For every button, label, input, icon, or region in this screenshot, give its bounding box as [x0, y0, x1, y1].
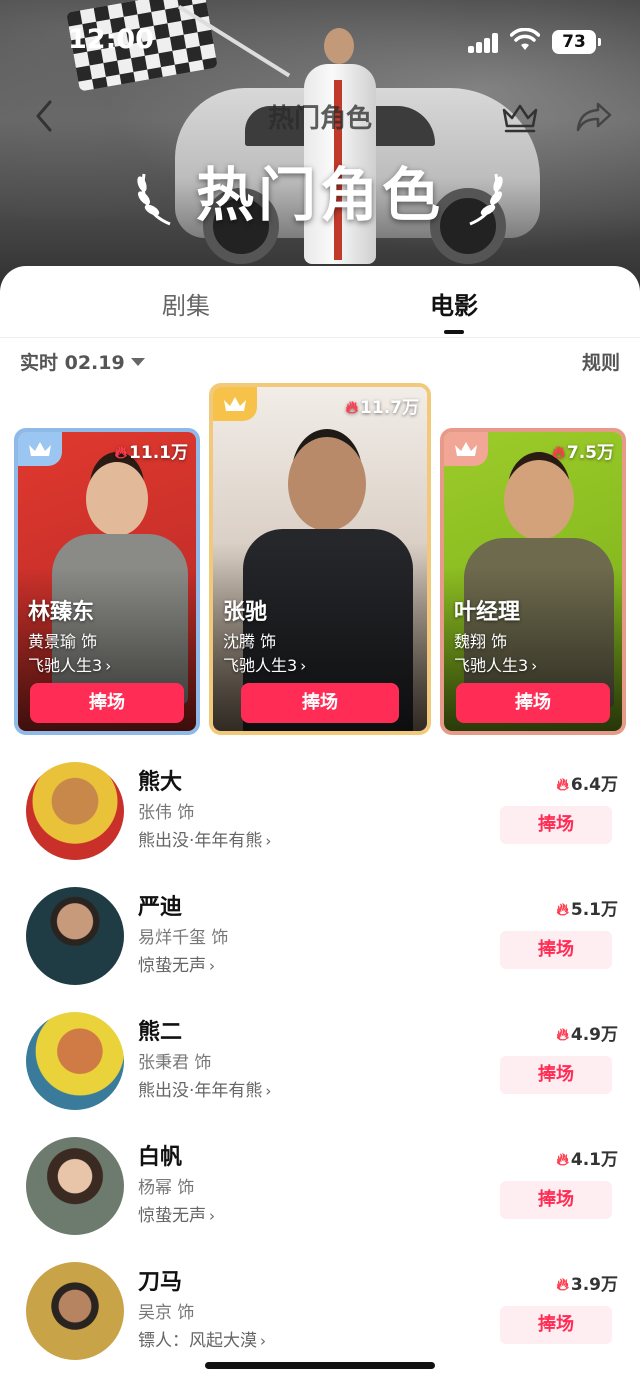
laurel-left-icon [137, 173, 171, 226]
filter-row: 实时 02.19 规则 [0, 348, 640, 378]
status-bar: 12:00 73 [0, 0, 640, 88]
work-link[interactable]: 惊蛰无声 › [138, 951, 215, 976]
heat-count: 🔥︎ 7.5万 [552, 443, 614, 463]
heat-count: 🔥︎ 4.9万 [556, 1025, 618, 1045]
work-link[interactable]: 熊出没·年年有熊 › [138, 826, 271, 851]
list-item[interactable]: 熊二 张秉君 饰 熊出没·年年有熊 › 🔥︎ 4.9万 捧场 [0, 1010, 640, 1135]
actor-name: 张伟 饰 [138, 803, 195, 823]
support-button[interactable]: 捧场 [500, 1181, 612, 1219]
work-link[interactable]: 飞驰人生3 › [454, 652, 537, 676]
character-name: 张驰 [223, 600, 268, 625]
realtime-date-selector[interactable]: 实时 02.19 [20, 348, 145, 375]
chevron-right-icon: › [531, 657, 538, 675]
crown-icon [224, 397, 246, 411]
list-item[interactable]: 熊大 张伟 饰 熊出没·年年有熊 › 🔥︎ 6.4万 捧场 [0, 760, 640, 885]
character-name: 叶经理 [454, 600, 521, 625]
support-button[interactable]: 捧场 [456, 683, 610, 723]
chevron-right-icon: › [265, 832, 272, 850]
tab-series[interactable]: 剧集 [126, 286, 246, 321]
battery-icon: 73 [552, 30, 601, 54]
heat-count: 🔥︎ 11.7万 [345, 398, 419, 418]
character-name: 林臻东 [28, 600, 95, 625]
support-button[interactable]: 捧场 [500, 931, 612, 969]
character-name: 熊二 [138, 1020, 183, 1045]
heat-count: 🔥︎ 3.9万 [556, 1275, 618, 1295]
flame-icon: 🔥︎ [345, 398, 359, 418]
character-name: 刀马 [138, 1270, 183, 1295]
content-sheet: 剧集 电影 实时 02.19 规则 🔥︎ 11.1万 林臻东 黄景瑜 饰 飞驰人生… [0, 266, 640, 1385]
work-link[interactable]: 熊出没·年年有熊 › [138, 1076, 271, 1101]
heat-count: 🔥︎ 11.1万 [114, 443, 188, 463]
actor-name: 沈腾 饰 [223, 632, 277, 651]
support-button[interactable]: 捧场 [241, 683, 399, 723]
heat-count: 🔥︎ 5.1万 [556, 900, 618, 920]
crown-icon [29, 442, 51, 456]
crown-icon [455, 442, 477, 456]
support-button[interactable]: 捧场 [500, 1056, 612, 1094]
cellular-signal-icon [468, 33, 500, 53]
status-time: 12:00 [68, 24, 154, 55]
caret-down-icon [130, 358, 145, 366]
tab-bar: 剧集 电影 [0, 266, 640, 338]
chevron-right-icon: › [209, 1207, 215, 1225]
crown-icon[interactable] [500, 96, 540, 136]
actor-name: 易烊千玺 饰 [138, 928, 229, 948]
top-card-rank-3[interactable]: 🔥︎ 7.5万 叶经理 魏翔 饰 飞驰人生3 › 捧场 [440, 428, 626, 735]
hero-title: 热门角色 [0, 150, 640, 240]
chevron-right-icon: › [260, 1332, 266, 1350]
flame-icon: 🔥︎ [556, 1150, 569, 1170]
top-card-rank-2[interactable]: 🔥︎ 11.1万 林臻东 黄景瑜 饰 飞驰人生3 › 捧场 [14, 428, 200, 735]
chevron-right-icon: › [265, 1082, 272, 1100]
flame-icon: 🔥︎ [552, 443, 565, 463]
tab-active-indicator [444, 330, 464, 334]
support-button[interactable]: 捧场 [500, 806, 612, 844]
rank-badge [444, 432, 488, 466]
flame-icon: 🔥︎ [556, 1275, 569, 1295]
character-name: 熊大 [138, 770, 183, 795]
laurel-right-icon [469, 173, 503, 226]
work-link[interactable]: 飞驰人生3 › [28, 652, 111, 676]
share-icon[interactable] [572, 96, 616, 136]
realtime-date-label: 实时 02.19 [20, 352, 125, 374]
support-button[interactable]: 捧场 [500, 1306, 612, 1344]
heat-count: 🔥︎ 6.4万 [556, 775, 618, 795]
flame-icon: 🔥︎ [556, 1025, 569, 1045]
avatar [26, 762, 124, 860]
avatar [26, 1262, 124, 1360]
avatar [26, 1137, 124, 1235]
rank-badge [18, 432, 62, 466]
avatar [26, 887, 124, 985]
work-link[interactable]: 飞驰人生3 › [223, 652, 306, 676]
list-item[interactable]: 白帆 杨幂 饰 惊蛰无声 › 🔥︎ 4.1万 捧场 [0, 1135, 640, 1260]
top-card-rank-1[interactable]: 🔥︎ 11.7万 张驰 沈腾 饰 飞驰人生3 › 捧场 [209, 383, 431, 735]
actor-name: 吴京 饰 [138, 1303, 195, 1323]
nav-bar: 热门角色 [0, 88, 640, 144]
actor-name: 杨幂 饰 [138, 1178, 195, 1198]
actor-name: 张秉君 饰 [138, 1053, 212, 1073]
flame-icon: 🔥︎ [114, 443, 128, 463]
chevron-right-icon: › [105, 657, 112, 675]
wifi-icon [510, 28, 540, 50]
rank-badge [213, 387, 257, 421]
character-name: 白帆 [138, 1145, 183, 1170]
chevron-right-icon: › [209, 957, 215, 975]
work-link[interactable]: 镖人：风起大漠 › [138, 1326, 266, 1351]
chevron-right-icon: › [300, 657, 307, 675]
home-indicator[interactable] [205, 1362, 435, 1369]
flame-icon: 🔥︎ [556, 900, 569, 920]
actor-name: 魏翔 饰 [454, 632, 508, 651]
list-item[interactable]: 严迪 易烊千玺 饰 惊蛰无声 › 🔥︎ 5.1万 捧场 [0, 885, 640, 1010]
support-button[interactable]: 捧场 [30, 683, 184, 723]
heat-count: 🔥︎ 4.1万 [556, 1150, 618, 1170]
actor-name: 黄景瑜 饰 [28, 632, 98, 651]
rules-link[interactable]: 规则 [582, 348, 620, 375]
page-title: 热门角色 [267, 104, 372, 134]
avatar [26, 1012, 124, 1110]
work-link[interactable]: 惊蛰无声 › [138, 1201, 215, 1226]
flame-icon: 🔥︎ [556, 775, 569, 795]
tab-movie[interactable]: 电影 [394, 286, 514, 321]
hero-title-text: 热门角色 [195, 161, 444, 229]
character-name: 严迪 [138, 895, 183, 920]
